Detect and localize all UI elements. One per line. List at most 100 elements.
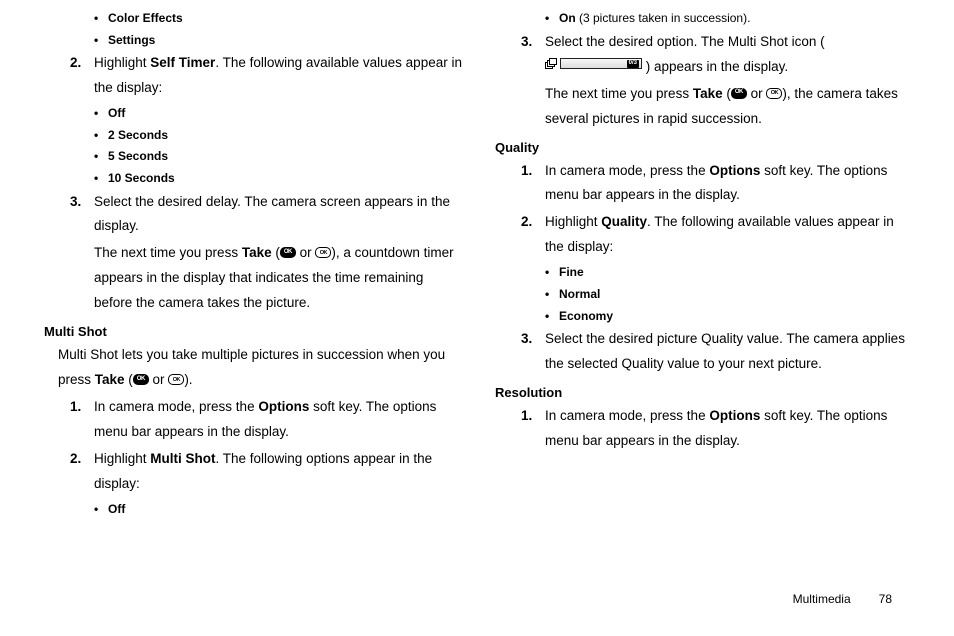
step-number: 1. — [521, 159, 545, 209]
right-column: • On (3 pictures taken in succession). 3… — [491, 8, 914, 521]
step-text: In camera mode, press the Options soft k… — [545, 159, 914, 209]
text: Highlight — [545, 214, 601, 229]
ok-button-solid-icon: OK — [731, 88, 747, 99]
bullet-text: Economy — [559, 306, 914, 328]
bullet-text: Settings — [108, 30, 463, 52]
ok-button-outline-icon: OK — [168, 374, 184, 385]
bullet-icon: • — [94, 146, 108, 168]
bullet-icon: • — [94, 499, 108, 521]
bold-text: Options — [709, 408, 760, 423]
list-item: •Fine — [545, 262, 914, 284]
bold-text: Take — [95, 372, 125, 387]
bullet-text: Normal — [559, 284, 914, 306]
step-2: 2. Highlight Self Timer. The following a… — [70, 51, 463, 101]
step-number: 1. — [521, 404, 545, 454]
bold-text: Options — [709, 163, 760, 178]
text: or — [296, 245, 316, 260]
bullet-icon: • — [545, 306, 559, 328]
list-item: • Color Effects — [94, 8, 463, 30]
bullet-text: 5 Seconds — [108, 146, 463, 168]
bold-text: Multi Shot — [150, 451, 215, 466]
quality-step-2: 2. Highlight Quality. The following avai… — [521, 210, 914, 260]
progress-bar-icon: 0/3 — [560, 58, 642, 69]
bold-text: Self Timer — [150, 55, 215, 70]
footer-section: Multimedia — [793, 592, 851, 606]
ok-button-outline-icon: OK — [766, 88, 782, 99]
text: In camera mode, press the — [545, 408, 709, 423]
bold-text: Take — [693, 86, 723, 101]
step-text: Highlight Quality. The following availab… — [545, 210, 914, 260]
multishot-step-2: 2. Highlight Multi Shot. The following o… — [70, 447, 463, 497]
text: In camera mode, press the — [545, 163, 709, 178]
bullet-text: Off — [108, 103, 463, 125]
step-number: 3. — [521, 327, 545, 377]
step-text: Highlight Multi Shot. The following opti… — [94, 447, 463, 497]
list-item: •5 Seconds — [94, 146, 463, 168]
bullet-icon: • — [94, 103, 108, 125]
bullet-text: Fine — [559, 262, 914, 284]
bold-text: On — [559, 11, 576, 25]
resolution-step-1: 1. In camera mode, press the Options sof… — [521, 404, 914, 454]
step-text: Select the desired picture Quality value… — [545, 327, 914, 377]
step-text: In camera mode, press the Options soft k… — [545, 404, 914, 454]
ok-button-outline-icon: OK — [315, 247, 331, 258]
list-item: •Off — [94, 103, 463, 125]
ok-button-solid-icon: OK — [133, 374, 149, 385]
multishot-step-1: 1. In camera mode, press the Options sof… — [70, 395, 463, 445]
text: Select the desired option. The Multi Sho… — [545, 34, 825, 49]
text: The next time you press — [545, 86, 693, 101]
step-number: 1. — [70, 395, 94, 445]
left-column: • Color Effects • Settings 2. Highlight … — [40, 8, 463, 521]
bold-text: Options — [258, 399, 309, 414]
bullet-icon: • — [545, 262, 559, 284]
ok-button-solid-icon: OK — [280, 247, 296, 258]
quality-step-1: 1. In camera mode, press the Options sof… — [521, 159, 914, 209]
list-item: •Economy — [545, 306, 914, 328]
bullet-icon: • — [545, 284, 559, 306]
text: In camera mode, press the — [94, 399, 258, 414]
step-continuation: The next time you press Take (OK or OK),… — [545, 82, 914, 132]
bold-text: Take — [242, 245, 272, 260]
text: The next time you press — [94, 245, 242, 260]
multishot-icon: 0/3 — [545, 54, 642, 79]
footer-page-number: 78 — [879, 592, 892, 606]
list-item: • On (3 pictures taken in succession). — [545, 8, 914, 30]
quality-heading: Quality — [495, 140, 914, 155]
bullet-icon: • — [94, 8, 108, 30]
bullet-text: Off — [108, 499, 463, 521]
text: Highlight — [94, 55, 150, 70]
step-text: Highlight Self Timer. The following avai… — [94, 51, 463, 101]
list-item: • Settings — [94, 30, 463, 52]
bullet-text: On (3 pictures taken in succession). — [559, 8, 914, 30]
list-item: •Normal — [545, 284, 914, 306]
list-item: •10 Seconds — [94, 168, 463, 190]
text: or — [149, 372, 169, 387]
step-number: 3. — [70, 190, 94, 240]
multi-shot-heading: Multi Shot — [44, 324, 463, 339]
text: ) appears in the display. — [646, 59, 788, 74]
list-item: •Off — [94, 499, 463, 521]
list-item: •2 Seconds — [94, 125, 463, 147]
step-continuation: The next time you press Take (OK or OK),… — [94, 241, 463, 316]
step-text: Select the desired option. The Multi Sho… — [545, 30, 914, 80]
bullet-text: 2 Seconds — [108, 125, 463, 147]
bullet-icon: • — [545, 8, 559, 30]
text: (3 pictures taken in succession). — [576, 11, 751, 25]
page-footer: Multimedia 78 — [793, 592, 892, 606]
step-number: 2. — [70, 51, 94, 101]
bullet-icon: • — [94, 125, 108, 147]
stack-icon — [545, 58, 559, 70]
step-3: 3. Select the desired option. The Multi … — [521, 30, 914, 80]
multishot-intro: Multi Shot lets you take multiple pictur… — [58, 343, 463, 393]
page-content: • Color Effects • Settings 2. Highlight … — [0, 8, 954, 521]
bullet-text: 10 Seconds — [108, 168, 463, 190]
step-number: 2. — [521, 210, 545, 260]
step-3: 3. Select the desired delay. The camera … — [70, 190, 463, 240]
bullet-icon: • — [94, 30, 108, 52]
step-number: 2. — [70, 447, 94, 497]
step-number: 3. — [521, 30, 545, 80]
bullet-text: Color Effects — [108, 8, 463, 30]
bullet-icon: • — [94, 168, 108, 190]
counter-badge: 0/3 — [627, 60, 639, 68]
step-text: In camera mode, press the Options soft k… — [94, 395, 463, 445]
